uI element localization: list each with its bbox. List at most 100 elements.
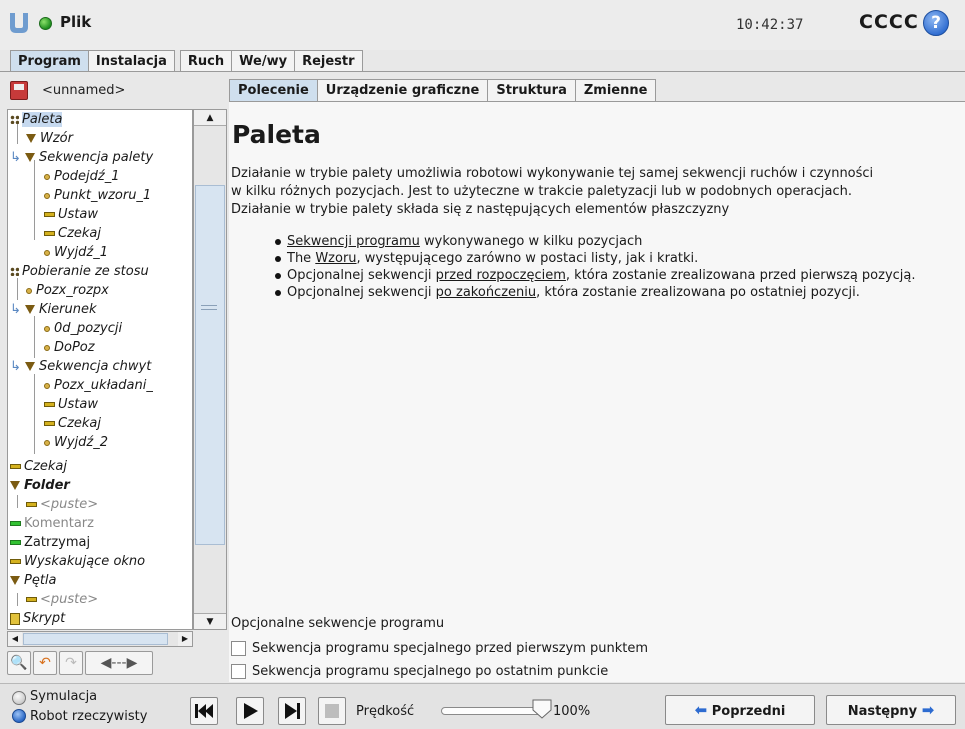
tab-move[interactable]: Ruch	[179, 50, 233, 72]
tree-item[interactable]: Skrypt	[10, 609, 65, 628]
waypoint-icon	[44, 249, 50, 256]
script-icon	[10, 612, 20, 625]
list-item: Opcjonalnej sekwencji przed rozpoczęciem…	[275, 267, 955, 284]
tab-installation[interactable]: Instalacja	[87, 50, 175, 72]
file-menu[interactable]: Plik	[60, 13, 91, 31]
tab-command[interactable]: Polecenie	[229, 79, 318, 101]
scroll-right-icon[interactable]: ▶	[178, 632, 192, 646]
option-before-first[interactable]: Sekwencja programu specjalnego przed pie…	[231, 639, 648, 657]
tab-io[interactable]: We/wy	[231, 50, 296, 72]
link-program-sequence[interactable]: Sekwencji programu	[287, 234, 420, 249]
tree-item[interactable]: Ustaw	[44, 395, 98, 414]
tree-item[interactable]: Czekaj	[44, 224, 101, 243]
tab-structure[interactable]: Struktura	[487, 79, 576, 101]
tree-line	[17, 495, 18, 508]
option-after-last[interactable]: Sekwencja programu specjalnego po ostatn…	[231, 662, 608, 680]
tree-item[interactable]: Ustaw	[44, 205, 98, 224]
page-title: Paleta	[232, 120, 321, 149]
search-icon[interactable]: 🔍	[7, 651, 31, 675]
tree-item[interactable]: ↳ Sekwencja palety	[10, 148, 153, 167]
radio-real-robot[interactable]	[12, 709, 26, 723]
tab-graphics[interactable]: Urządzenie graficzne	[316, 79, 489, 101]
tab-program[interactable]: Program	[10, 50, 89, 72]
tab-log[interactable]: Rejestr	[294, 50, 363, 72]
play-icon	[244, 703, 258, 719]
scroll-left-icon[interactable]: ◀	[8, 632, 22, 646]
command-tabs: Polecenie Urządzenie graficzne Struktura…	[229, 79, 657, 101]
previous-button[interactable]: ⬅ Poprzedni	[665, 695, 815, 725]
play-button[interactable]	[236, 697, 264, 725]
tree-item[interactable]: Wyjdź_2	[44, 433, 108, 452]
tree-item[interactable]: Pętla	[10, 571, 57, 590]
scroll-thumb[interactable]	[195, 185, 225, 545]
stop-button[interactable]	[318, 697, 346, 725]
scroll-thumb[interactable]	[23, 633, 168, 645]
tree-item[interactable]: ↳ Kierunek	[10, 300, 97, 319]
radio-simulation[interactable]	[12, 691, 26, 705]
tree-item[interactable]: Pozx_rozpx	[26, 281, 109, 300]
tree-item[interactable]: Czekaj	[44, 414, 101, 433]
speed-slider[interactable]	[441, 707, 541, 715]
program-name: <unnamed>	[42, 83, 126, 98]
tree-vertical-scrollbar[interactable]: ▲ ▼	[193, 109, 227, 630]
tree-item[interactable]: Wyjdź_1	[44, 243, 108, 262]
scroll-down-icon[interactable]: ▼	[194, 613, 226, 629]
tree-item[interactable]: Punkt_wzoru_1	[44, 186, 151, 205]
tree-line	[17, 278, 18, 300]
step-button[interactable]	[278, 697, 306, 725]
link-after-end[interactable]: po zakończeniu	[436, 285, 536, 300]
waypoint-icon	[44, 192, 50, 199]
tree-item[interactable]: Wzór	[26, 129, 73, 148]
next-button[interactable]: Następny ➡	[826, 695, 956, 725]
program-tree[interactable]: Paleta Wzór ↳ Sekwencja palety Podejdź_1…	[7, 109, 193, 630]
undo-icon[interactable]: ↶	[33, 651, 57, 675]
tree-horizontal-scrollbar[interactable]: ◀ ▶	[7, 631, 193, 647]
speed-slider-handle[interactable]	[531, 698, 553, 720]
waypoint-icon	[44, 382, 50, 389]
robot-status-icon[interactable]	[39, 17, 52, 30]
tree-item[interactable]: Podejdź_1	[44, 167, 120, 186]
tree-line	[34, 160, 35, 240]
save-icon[interactable]	[10, 81, 28, 100]
tree-item[interactable]: <puste>	[26, 590, 98, 609]
tree-item[interactable]: Komentarz	[10, 514, 94, 533]
scroll-grip	[201, 305, 217, 310]
checkbox-before-first[interactable]	[231, 640, 246, 656]
tree-line	[34, 316, 35, 358]
empty-icon	[26, 597, 37, 602]
tree-item[interactable]: ↳ Sekwencja chwyt	[10, 357, 151, 376]
speed-label: Prędkość	[356, 704, 415, 719]
tab-divider	[0, 71, 965, 72]
tree-item[interactable]: Folder	[10, 476, 70, 495]
scroll-up-icon[interactable]: ▲	[194, 110, 226, 126]
move-arrows-icon[interactable]: ◀---▶	[85, 651, 153, 675]
waypoint-icon	[44, 325, 50, 332]
link-before-start[interactable]: przed rozpoczęciem	[436, 268, 566, 283]
tab-variables[interactable]: Zmienne	[574, 79, 657, 101]
main-tabs: Program Instalacja Ruch We/wy Rejestr	[10, 50, 363, 72]
ur-logo-icon	[10, 13, 28, 33]
tree-item[interactable]: Czekaj	[10, 457, 67, 476]
wait-icon	[44, 421, 55, 426]
tree-item-paleta[interactable]: Paleta	[10, 110, 63, 129]
waypoint-icon	[44, 344, 50, 351]
waypoint-icon	[44, 439, 50, 446]
redo-icon[interactable]: ↷	[59, 651, 83, 675]
sequence-icon	[25, 362, 36, 371]
clock: 10:42:37	[736, 17, 804, 33]
tree-item[interactable]: Pobieranie ze stosu	[10, 262, 149, 281]
help-icon[interactable]: ?	[923, 10, 949, 36]
link-pattern[interactable]: Wzoru	[315, 251, 356, 266]
tree-item[interactable]: Zatrzymaj	[10, 533, 90, 552]
tree-item[interactable]: Wyskakujące okno	[10, 552, 145, 571]
tree-item[interactable]: <puste>	[26, 495, 98, 514]
tree-item[interactable]: Pozx_układani_	[44, 376, 153, 395]
tree-item[interactable]: 0d_pozycji	[44, 319, 122, 338]
checkbox-after-last[interactable]	[231, 663, 246, 679]
halt-icon	[10, 540, 21, 545]
tree-item[interactable]: DoPoz	[44, 338, 95, 357]
list-item: The Wzoru, występującego zarówno w posta…	[275, 250, 955, 267]
rewind-button[interactable]	[190, 697, 218, 725]
tree-line	[34, 374, 35, 454]
arrow-left-icon: ⬅	[694, 701, 708, 719]
